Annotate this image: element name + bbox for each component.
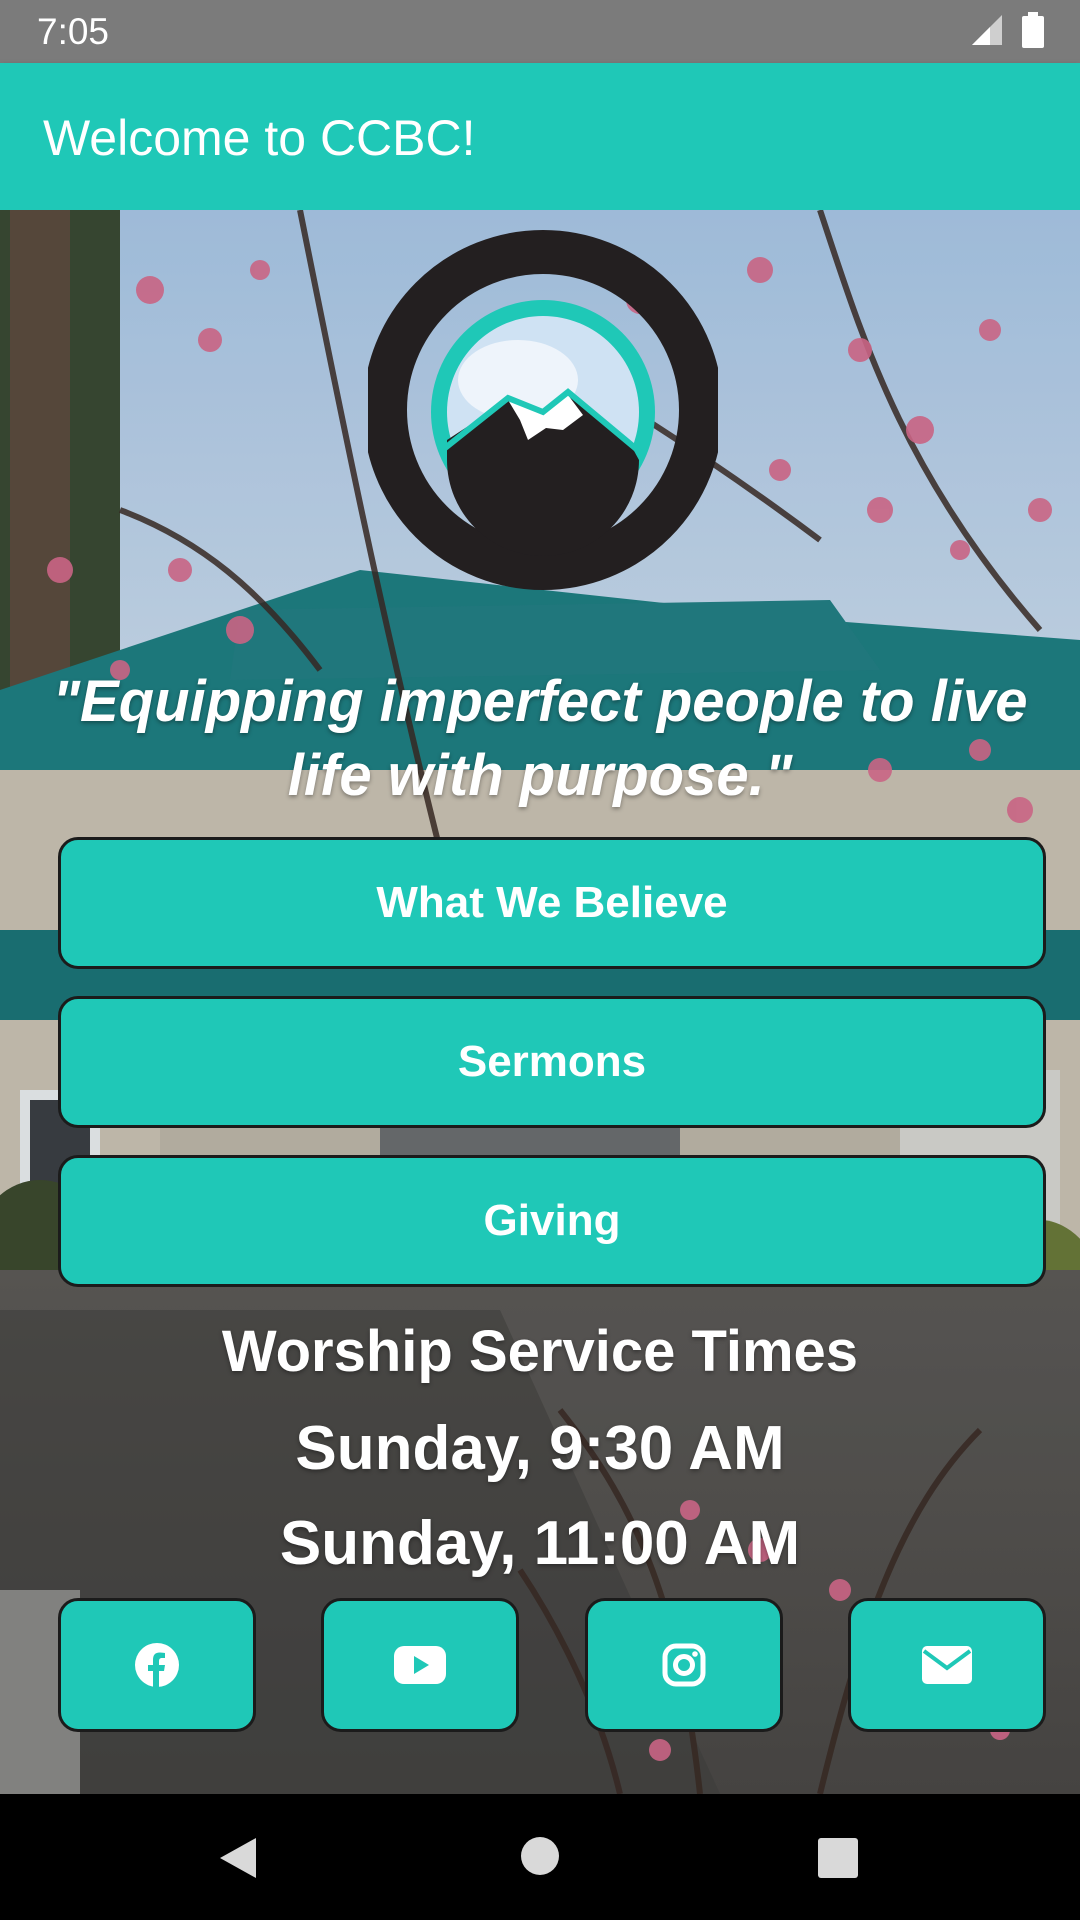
youtube-icon <box>394 1646 446 1684</box>
email-button[interactable] <box>848 1598 1046 1732</box>
battery-icon <box>1022 12 1044 48</box>
worship-heading: Worship Service Times <box>221 1319 859 1384</box>
system-nav-bar <box>0 1794 1080 1920</box>
facebook-button[interactable] <box>58 1598 256 1732</box>
recents-icon[interactable] <box>818 1838 858 1878</box>
home-icon[interactable] <box>520 1836 560 1876</box>
email-icon <box>922 1646 972 1684</box>
giving-button[interactable]: Giving <box>58 1155 1046 1287</box>
back-icon[interactable] <box>218 1836 258 1880</box>
facebook-icon <box>135 1643 179 1688</box>
status-icons <box>970 12 1044 48</box>
signal-icon <box>972 15 1002 45</box>
worship-time-1: Sunday, 9:30 AM <box>295 1414 785 1483</box>
church-logo <box>368 230 718 590</box>
youtube-button[interactable] <box>321 1598 519 1732</box>
app-title: Welcome to CCBC! <box>43 110 476 166</box>
tagline: "Equipping imperfect people to live life… <box>52 669 1028 808</box>
what-we-believe-button[interactable]: What We Believe <box>58 837 1046 969</box>
app-bar: Welcome to CCBC! <box>0 63 1080 210</box>
main-content: "Equipping imperfect people to live life… <box>0 210 1080 1794</box>
instagram-icon <box>662 1643 706 1687</box>
status-time: 7:05 <box>37 11 110 52</box>
worship-time-2: Sunday, 11:00 AM <box>279 1509 801 1578</box>
status-bar: 7:05 <box>0 0 1080 63</box>
instagram-button[interactable] <box>585 1598 783 1732</box>
sermons-button[interactable]: Sermons <box>58 996 1046 1128</box>
